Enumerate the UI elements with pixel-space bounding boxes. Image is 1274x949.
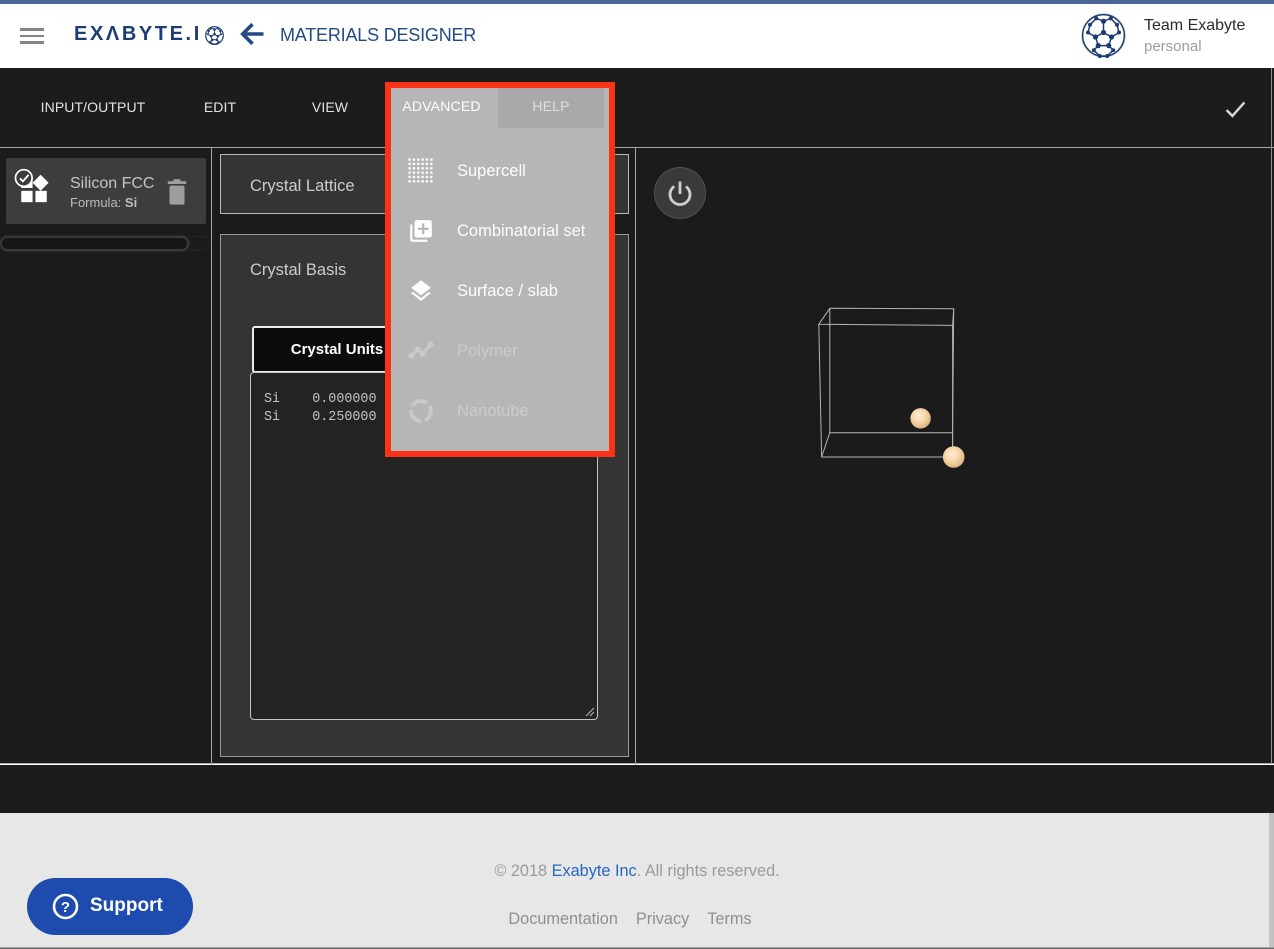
svg-text:?: ? — [61, 899, 70, 916]
